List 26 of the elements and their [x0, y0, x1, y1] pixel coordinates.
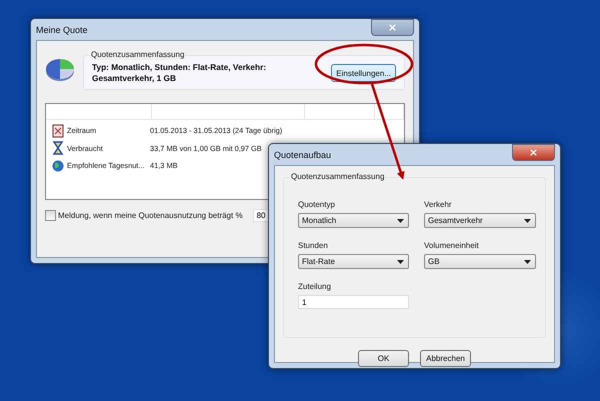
- caret-icon: [397, 218, 404, 222]
- caret-icon: [524, 218, 531, 222]
- pie-chart-icon: [45, 56, 75, 82]
- field-label: Quotentyp: [298, 200, 336, 209]
- dropdown[interactable]: Monatlich: [298, 213, 409, 228]
- checkbox-label: Meldung, wenn meine Quotenausnutzung beträgt %: [58, 211, 243, 220]
- dialog-button[interactable]: OK: [358, 350, 409, 367]
- hourglass-icon: [52, 141, 64, 156]
- field-label: Stunden: [298, 241, 329, 250]
- globe-icon: [52, 158, 64, 173]
- group-label: Quotenzusammenfassung: [290, 172, 386, 182]
- checkbox[interactable]: [45, 210, 56, 221]
- window-title: Meine Quote: [36, 24, 88, 34]
- input-field[interactable]: 1: [298, 295, 409, 309]
- caret-icon: [524, 260, 531, 264]
- field-label: Volumeneinheit: [424, 241, 480, 250]
- dropdown[interactable]: Gesamtverkehr: [424, 213, 536, 228]
- dialog-button[interactable]: Abbrechen: [420, 350, 471, 367]
- settings-button[interactable]: Einstellungen...: [331, 64, 396, 82]
- group-label: Quotenzusammenfassung: [90, 50, 186, 60]
- dialog-title: Quotenaufbau: [274, 150, 332, 160]
- dropdown[interactable]: GB: [424, 254, 536, 269]
- field-label: Zuteilung: [298, 282, 332, 291]
- dropdown[interactable]: Flat-Rate: [298, 254, 409, 269]
- summary-text: Typ: Monatlich, Stunden: Flat-Rate, Verkehr: Gesamtverkehr, 1 GB: [92, 62, 268, 84]
- field-label: Verkehr: [424, 200, 453, 209]
